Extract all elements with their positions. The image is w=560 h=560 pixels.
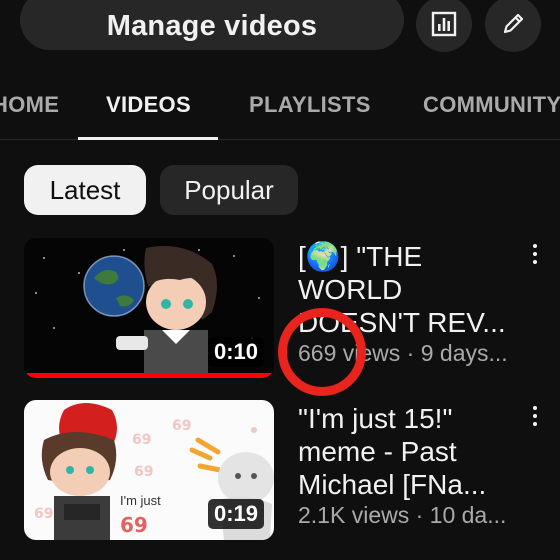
view-count: 669 views	[298, 340, 401, 366]
svg-text:69: 69	[134, 464, 153, 480]
meta-separator: ·	[406, 340, 421, 366]
video-duration: 0:19	[207, 499, 264, 529]
more-options-button[interactable]	[527, 244, 543, 272]
svg-text:69: 69	[34, 506, 53, 522]
pencil-icon	[503, 13, 524, 34]
view-count: 2.1K views	[298, 502, 410, 528]
upload-age: 9 days...	[420, 340, 508, 366]
more-vert-icon	[533, 406, 537, 410]
video-metadata: 2.1K views · 10 da...	[298, 502, 538, 529]
video-metadata: 669 views · 9 days...	[298, 340, 538, 367]
video-thumbnail[interactable]: 69 69 69 69 69 I'm just 0:19	[24, 400, 274, 540]
video-duration: 0:10	[207, 337, 264, 367]
svg-text:69: 69	[132, 432, 151, 448]
analytics-icon	[431, 11, 457, 37]
upload-age: 10 da...	[429, 502, 507, 528]
video-title[interactable]: [🌍] "THE WORLD DOESN'T REV...	[298, 240, 520, 339]
channel-tabs: HOME VIDEOS PLAYLISTS COMMUNITY	[0, 80, 560, 140]
filter-chip-popular[interactable]: Popular	[160, 165, 298, 215]
more-vert-icon	[533, 244, 537, 248]
more-options-button[interactable]	[527, 406, 543, 434]
video-item[interactable]: 69 69 69 69 69 I'm just 0:19 "I'm just 1…	[0, 400, 560, 540]
meta-separator: ·	[415, 502, 430, 528]
watch-progress-bar	[24, 373, 274, 378]
filter-chip-latest[interactable]: Latest	[24, 165, 146, 215]
active-tab-indicator	[78, 137, 218, 140]
edit-button[interactable]	[485, 0, 541, 52]
video-title[interactable]: "I'm just 15!" meme - Past Michael [FNa.…	[298, 402, 520, 501]
top-bar: Manage videos	[0, 0, 560, 60]
video-item[interactable]: 0:10 [🌍] "THE WORLD DOESN'T REV... 669 v…	[0, 238, 560, 378]
tab-community[interactable]: COMMUNITY	[423, 92, 560, 118]
video-thumbnail[interactable]: 0:10	[24, 238, 274, 378]
svg-text:69: 69	[120, 513, 148, 537]
tab-home[interactable]: HOME	[0, 92, 59, 118]
tab-videos[interactable]: VIDEOS	[106, 92, 191, 118]
tab-playlists[interactable]: PLAYLISTS	[249, 92, 371, 118]
svg-text:69: 69	[172, 418, 191, 434]
manage-videos-button[interactable]: Manage videos	[20, 0, 404, 50]
thumbnail-caption: I'm just	[120, 493, 161, 508]
analytics-button[interactable]	[416, 0, 472, 52]
